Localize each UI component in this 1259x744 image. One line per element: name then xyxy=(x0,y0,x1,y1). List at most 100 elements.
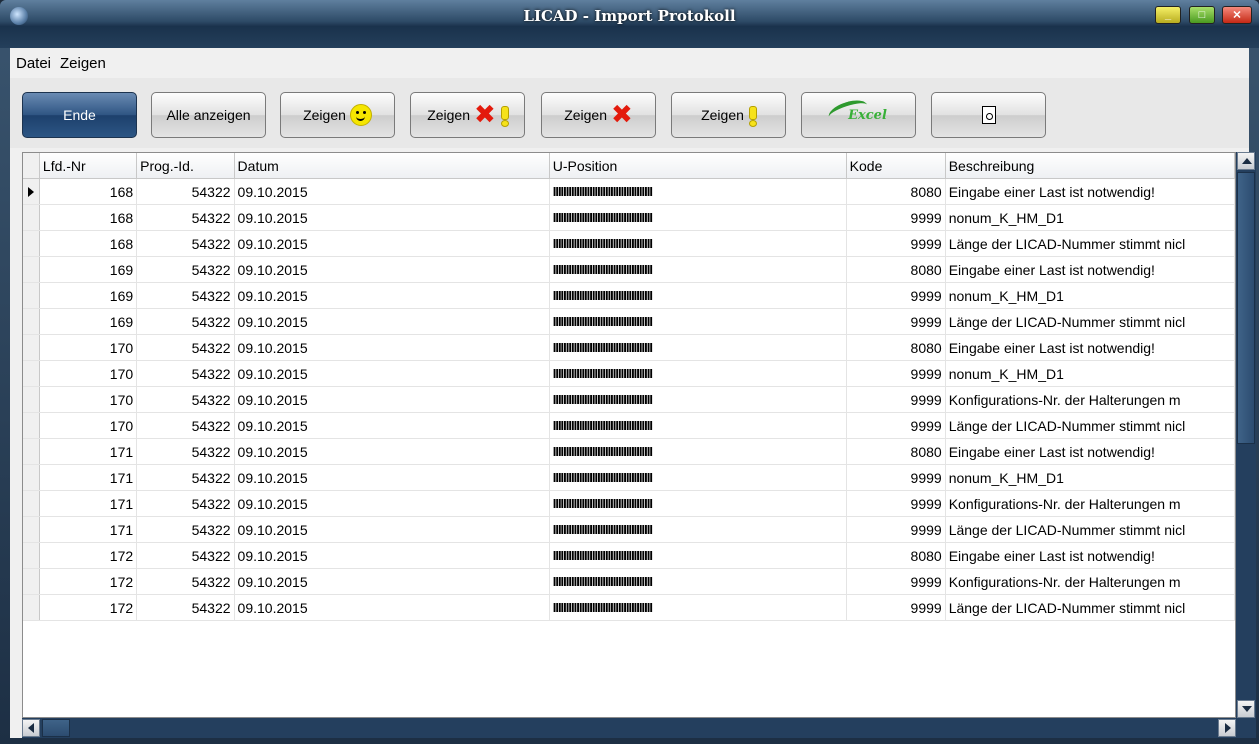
cell-prog-id[interactable]: 54322 xyxy=(136,204,235,231)
cell-datum[interactable]: 09.10.2015 xyxy=(234,308,550,335)
cell-u-position[interactable]: IIIIIIIIIIIIIIIIIIIIIIIIIIIIIIIIIIIIII xyxy=(549,438,847,465)
cell-u-position[interactable]: IIIIIIIIIIIIIIIIIIIIIIIIIIIIIIIIIIIIII xyxy=(549,204,847,231)
cell-lfd-nr[interactable]: 171 xyxy=(39,516,138,543)
row-indicator[interactable] xyxy=(23,542,40,569)
cell-u-position[interactable]: IIIIIIIIIIIIIIIIIIIIIIIIIIIIIIIIIIIIII xyxy=(549,542,847,569)
cell-prog-id[interactable]: 54322 xyxy=(136,386,235,413)
ende-button[interactable]: Ende xyxy=(22,92,137,138)
column-header-lfd-nr[interactable]: Lfd.-Nr xyxy=(39,153,138,179)
cell-prog-id[interactable]: 54322 xyxy=(136,542,235,569)
column-header-u-position[interactable]: U-Position xyxy=(549,153,847,179)
table-row[interactable]: 168 54322 09.10.2015 IIIIIIIIIIIIIIIIIIIIII… xyxy=(23,230,1235,257)
cell-kode[interactable]: 9999 xyxy=(846,230,946,257)
table-row[interactable]: 169 54322 09.10.2015 IIIIIIIIIIIIIIIIIIIIII… xyxy=(23,308,1235,335)
cell-u-position[interactable]: IIIIIIIIIIIIIIIIIIIIIIIIIIIIIIIIIIIIII xyxy=(549,334,847,361)
table-row[interactable]: 170 54322 09.10.2015 IIIIIIIIIIIIIIIIIIIIII… xyxy=(23,334,1235,361)
cell-datum[interactable]: 09.10.2015 xyxy=(234,542,550,569)
zeigen-ok-button[interactable]: Zeigen xyxy=(280,92,395,138)
cell-prog-id[interactable]: 54322 xyxy=(136,412,235,439)
alle-anzeigen-button[interactable]: Alle anzeigen xyxy=(151,92,266,138)
table-row[interactable]: 172 54322 09.10.2015 IIIIIIIIIIIIIIIIIIIIII… xyxy=(23,568,1235,595)
title-bar[interactable]: LICAD - Import Protokoll _ □ ✕ xyxy=(0,0,1259,48)
cell-lfd-nr[interactable]: 171 xyxy=(39,490,138,517)
row-indicator[interactable] xyxy=(23,308,40,335)
row-indicator[interactable] xyxy=(23,464,40,491)
cell-u-position[interactable]: IIIIIIIIIIIIIIIIIIIIIIIIIIIIIIIIIIIIII xyxy=(549,230,847,257)
table-row[interactable]: 171 54322 09.10.2015 IIIIIIIIIIIIIIIIIIIIII… xyxy=(23,464,1235,491)
cell-datum[interactable]: 09.10.2015 xyxy=(234,204,550,231)
table-row[interactable]: 171 54322 09.10.2015 IIIIIIIIIIIIIIIIIIIIII… xyxy=(23,438,1235,465)
cell-prog-id[interactable]: 54322 xyxy=(136,594,235,621)
minimize-button[interactable]: _ xyxy=(1155,6,1181,24)
menu-datei[interactable]: Datei xyxy=(16,55,51,72)
menu-zeigen[interactable]: Zeigen xyxy=(60,55,106,72)
column-header-datum[interactable]: Datum xyxy=(234,153,550,179)
cell-kode[interactable]: 9999 xyxy=(846,594,946,621)
cell-kode[interactable]: 9999 xyxy=(846,308,946,335)
scroll-down-button[interactable] xyxy=(1237,700,1255,718)
row-indicator[interactable] xyxy=(23,438,40,465)
cell-kode[interactable]: 8080 xyxy=(846,256,946,283)
cell-u-position[interactable]: IIIIIIIIIIIIIIIIIIIIIIIIIIIIIIIIIIIIII xyxy=(549,282,847,309)
scroll-up-button[interactable] xyxy=(1237,152,1255,170)
cell-kode[interactable]: 9999 xyxy=(846,464,946,491)
cell-kode[interactable]: 8080 xyxy=(846,334,946,361)
cell-datum[interactable]: 09.10.2015 xyxy=(234,178,550,205)
cell-datum[interactable]: 09.10.2015 xyxy=(234,256,550,283)
cell-u-position[interactable]: IIIIIIIIIIIIIIIIIIIIIIIIIIIIIIIIIIIIII xyxy=(549,256,847,283)
scroll-right-button[interactable] xyxy=(1218,719,1236,737)
cell-beschreibung[interactable]: Länge der LICAD-Nummer stimmt nicl xyxy=(945,308,1235,335)
cell-kode[interactable]: 9999 xyxy=(846,204,946,231)
cell-kode[interactable]: 9999 xyxy=(846,360,946,387)
horizontal-scrollbar[interactable] xyxy=(22,718,1236,738)
cell-beschreibung[interactable]: Länge der LICAD-Nummer stimmt nicl xyxy=(945,412,1235,439)
cell-beschreibung[interactable]: Eingabe einer Last ist notwendig! xyxy=(945,542,1235,569)
cell-prog-id[interactable]: 54322 xyxy=(136,568,235,595)
cell-u-position[interactable]: IIIIIIIIIIIIIIIIIIIIIIIIIIIIIIIIIIIIII xyxy=(549,594,847,621)
cell-u-position[interactable]: IIIIIIIIIIIIIIIIIIIIIIIIIIIIIIIIIIIIII xyxy=(549,386,847,413)
cell-prog-id[interactable]: 54322 xyxy=(136,178,235,205)
cell-datum[interactable]: 09.10.2015 xyxy=(234,412,550,439)
cell-kode[interactable]: 8080 xyxy=(846,178,946,205)
row-indicator[interactable] xyxy=(23,230,40,257)
cell-prog-id[interactable]: 54322 xyxy=(136,490,235,517)
cell-prog-id[interactable]: 54322 xyxy=(136,308,235,335)
zeigen-error-warning-button[interactable]: Zeigen ✖ xyxy=(410,92,525,138)
row-indicator[interactable] xyxy=(23,282,40,309)
cell-u-position[interactable]: IIIIIIIIIIIIIIIIIIIIIIIIIIIIIIIIIIIIII xyxy=(549,178,847,205)
cell-beschreibung[interactable]: Eingabe einer Last ist notwendig! xyxy=(945,438,1235,465)
table-row[interactable]: 168 54322 09.10.2015 IIIIIIIIIIIIIIIIIIIIII… xyxy=(23,178,1235,205)
close-button[interactable]: ✕ xyxy=(1222,6,1252,24)
table-row[interactable]: 169 54322 09.10.2015 IIIIIIIIIIIIIIIIIIIIII… xyxy=(23,256,1235,283)
cell-datum[interactable]: 09.10.2015 xyxy=(234,334,550,361)
vertical-scrollbar[interactable] xyxy=(1236,152,1256,718)
cell-kode[interactable]: 8080 xyxy=(846,542,946,569)
row-indicator[interactable] xyxy=(23,516,40,543)
cell-lfd-nr[interactable]: 169 xyxy=(39,256,138,283)
cell-lfd-nr[interactable]: 168 xyxy=(39,204,138,231)
cell-datum[interactable]: 09.10.2015 xyxy=(234,230,550,257)
cell-lfd-nr[interactable]: 172 xyxy=(39,594,138,621)
cell-u-position[interactable]: IIIIIIIIIIIIIIIIIIIIIIIIIIIIIIIIIIIIII xyxy=(549,464,847,491)
cell-datum[interactable]: 09.10.2015 xyxy=(234,282,550,309)
cell-kode[interactable]: 9999 xyxy=(846,282,946,309)
cell-prog-id[interactable]: 54322 xyxy=(136,516,235,543)
row-indicator[interactable] xyxy=(23,334,40,361)
cell-prog-id[interactable]: 54322 xyxy=(136,282,235,309)
cell-kode[interactable]: 9999 xyxy=(846,490,946,517)
row-indicator[interactable] xyxy=(23,386,40,413)
cell-datum[interactable]: 09.10.2015 xyxy=(234,490,550,517)
cell-datum[interactable]: 09.10.2015 xyxy=(234,360,550,387)
cell-lfd-nr[interactable]: 170 xyxy=(39,412,138,439)
protocol-grid[interactable]: Lfd.-Nr Prog.-Id. Datum U-Position Kode … xyxy=(22,152,1236,718)
row-indicator[interactable] xyxy=(23,360,40,387)
column-header-kode[interactable]: Kode xyxy=(846,153,946,179)
cell-kode[interactable]: 9999 xyxy=(846,568,946,595)
cell-lfd-nr[interactable]: 171 xyxy=(39,464,138,491)
table-row[interactable]: 172 54322 09.10.2015 IIIIIIIIIIIIIIIIIIIIII… xyxy=(23,542,1235,569)
cell-u-position[interactable]: IIIIIIIIIIIIIIIIIIIIIIIIIIIIIIIIIIIIII xyxy=(549,412,847,439)
cell-beschreibung[interactable]: nonum_K_HM_D1 xyxy=(945,464,1235,491)
table-row[interactable]: 171 54322 09.10.2015 IIIIIIIIIIIIIIIIIIIIII… xyxy=(23,516,1235,543)
cell-beschreibung[interactable]: Länge der LICAD-Nummer stimmt nicl xyxy=(945,516,1235,543)
cell-lfd-nr[interactable]: 169 xyxy=(39,308,138,335)
